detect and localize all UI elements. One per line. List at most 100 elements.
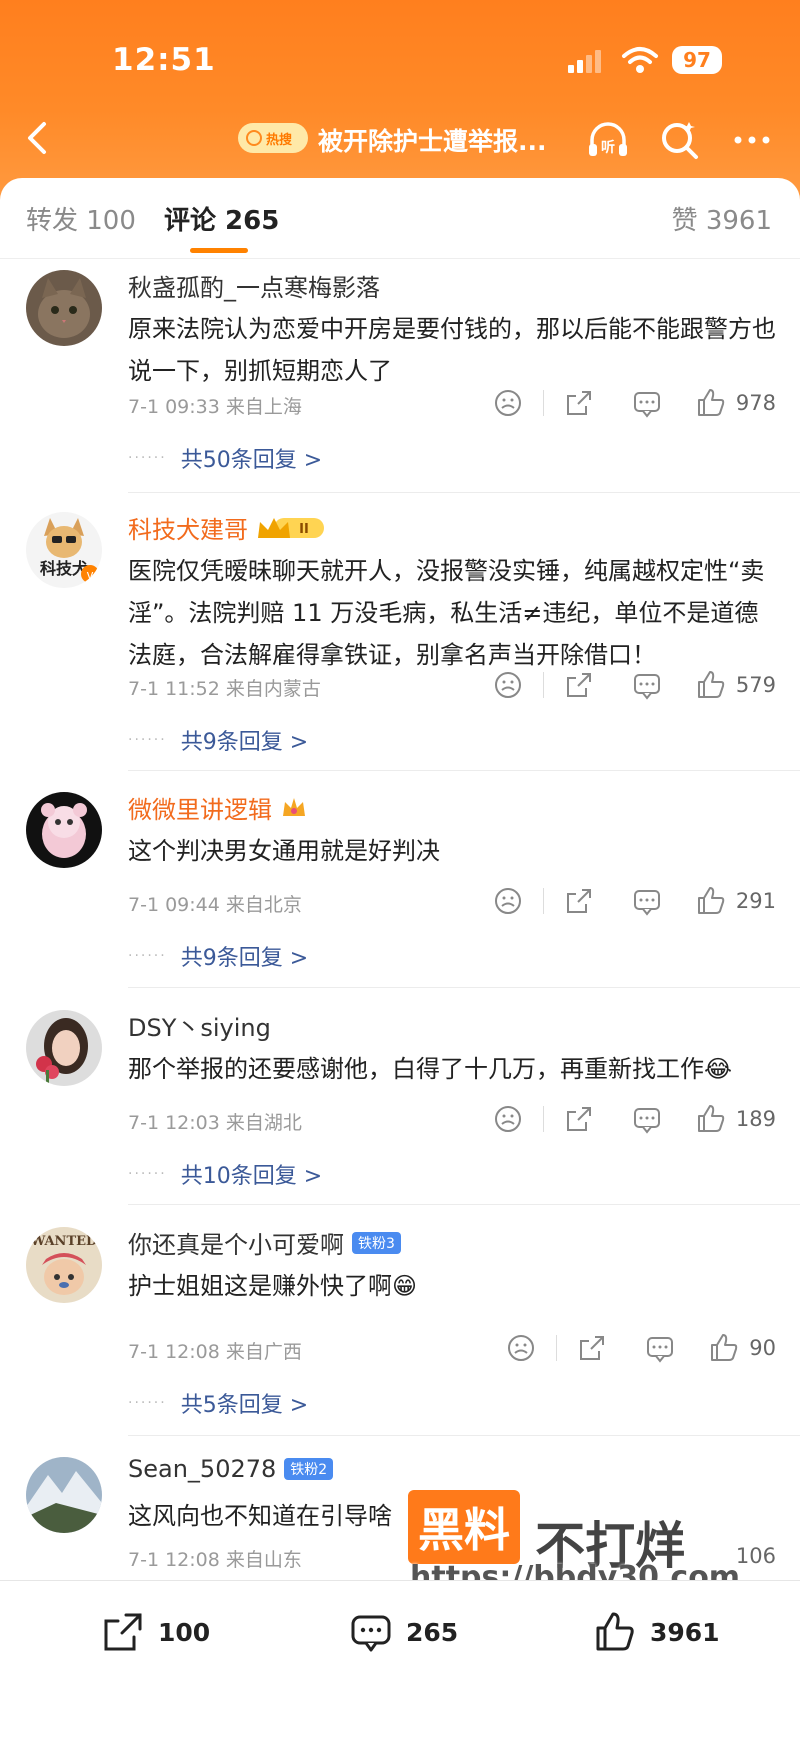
comment-time: 7-1 12:08 bbox=[128, 1341, 220, 1363]
comment-location: 来自内蒙古 bbox=[225, 678, 321, 700]
comment-divider bbox=[128, 987, 800, 988]
hot-search-tag[interactable]: 热搜 bbox=[238, 123, 308, 153]
comment-actions: 90 bbox=[504, 1331, 776, 1365]
username[interactable]: DSY丶siying bbox=[128, 1008, 271, 1043]
comment-time: 7-1 12:03 bbox=[128, 1112, 220, 1134]
view-replies-link[interactable]: ······ 共9条回复 > bbox=[128, 940, 308, 972]
replies-dots: ······ bbox=[128, 1395, 167, 1411]
replies-dots: ······ bbox=[128, 450, 167, 466]
comment-location: 来自北京 bbox=[225, 894, 302, 916]
share-icon[interactable] bbox=[575, 1331, 609, 1365]
avatar[interactable] bbox=[26, 792, 102, 868]
status-time: 12:51 bbox=[112, 42, 216, 78]
like-count: 579 bbox=[735, 673, 776, 697]
like-icon bbox=[697, 671, 725, 698]
view-replies-link[interactable]: ······ 共10条回复 > bbox=[128, 1158, 322, 1190]
reply-icon[interactable] bbox=[630, 1102, 664, 1136]
username[interactable]: Sean_50278 铁粉2 bbox=[128, 1455, 334, 1483]
comment-text: 这个判决男女通用就是好判决 bbox=[128, 837, 440, 865]
like-button[interactable]: 90 bbox=[707, 1331, 776, 1365]
svg-text:WANTED: WANTED bbox=[30, 1234, 98, 1249]
username-text: Sean_50278 bbox=[128, 1455, 277, 1483]
username-text: 微微里讲逻辑 bbox=[128, 796, 272, 824]
comment-meta: 7-1 12:08 来自广西 bbox=[128, 1337, 302, 1364]
emoji-icon[interactable] bbox=[504, 1331, 538, 1365]
divider bbox=[542, 390, 544, 416]
comment-divider bbox=[128, 1435, 800, 1436]
like-count: 291 bbox=[735, 889, 776, 913]
comment-count: 265 bbox=[406, 1617, 459, 1647]
avatar[interactable] bbox=[26, 1010, 102, 1086]
like-button[interactable]: 3961 bbox=[592, 1609, 720, 1655]
view-replies-link[interactable]: ······ 共5条回复 > bbox=[128, 1387, 308, 1419]
share-icon[interactable] bbox=[562, 386, 596, 420]
tab-likes[interactable]: 赞 3961 bbox=[672, 200, 772, 237]
view-replies-link[interactable]: ······ 共9条回复 > bbox=[128, 724, 308, 756]
username-text: DSY丶siying bbox=[128, 1014, 271, 1042]
repost-count: 100 bbox=[158, 1617, 211, 1647]
fan-badge: 铁粉2 bbox=[284, 1458, 334, 1480]
share-icon[interactable] bbox=[562, 1102, 596, 1136]
avatar[interactable]: 科技犬 v bbox=[26, 512, 102, 588]
like-button[interactable]: 579 bbox=[694, 668, 776, 702]
replies-label: 共9条回复 > bbox=[180, 946, 309, 971]
divider bbox=[542, 1106, 544, 1132]
listen-icon[interactable]: 听 bbox=[584, 116, 632, 164]
emoji-icon[interactable] bbox=[491, 386, 525, 420]
comment-time: 7-1 11:52 bbox=[128, 678, 220, 700]
view-replies-link[interactable]: ······ 共50条回复 > bbox=[128, 442, 322, 474]
comment-location: 来自上海 bbox=[225, 396, 302, 418]
status-bar: 12:51 97 bbox=[0, 36, 800, 86]
replies-label: 共10条回复 > bbox=[180, 1164, 323, 1189]
avatar[interactable] bbox=[26, 1457, 102, 1533]
comment-time: 7-1 12:08 bbox=[128, 1549, 220, 1571]
like-button[interactable]: 106 bbox=[736, 1544, 776, 1568]
search-icon[interactable] bbox=[656, 116, 704, 164]
comment-meta: 7-1 12:03 来自湖北 bbox=[128, 1108, 302, 1135]
replies-label: 共50条回复 > bbox=[180, 448, 323, 473]
repost-button[interactable]: 100 bbox=[100, 1609, 210, 1655]
like-count: 90 bbox=[749, 1336, 776, 1360]
comment-meta: 7-1 09:44 来自北京 bbox=[128, 890, 302, 917]
comment-text: 那个举报的还要感谢他，白得了十几万，再重新找工作😂 bbox=[128, 1055, 733, 1083]
hot-search-label: 热搜 bbox=[266, 132, 293, 148]
comment-divider bbox=[128, 770, 800, 771]
more-icon[interactable] bbox=[728, 116, 776, 164]
divider bbox=[542, 888, 544, 914]
comment-meta: 7-1 11:52 来自内蒙古 bbox=[128, 674, 321, 701]
share-icon[interactable] bbox=[562, 884, 596, 918]
comment-button[interactable]: 265 bbox=[348, 1609, 458, 1655]
replies-dots: ······ bbox=[128, 948, 167, 964]
watermark-brand: 黑料 bbox=[408, 1490, 520, 1564]
emoji-icon[interactable] bbox=[491, 884, 525, 918]
username-text: 你还真是个小可爱啊 bbox=[128, 1231, 344, 1259]
crown-badge-icon: II bbox=[258, 517, 324, 538]
share-icon[interactable] bbox=[562, 668, 596, 702]
back-icon[interactable] bbox=[18, 116, 58, 160]
username[interactable]: 秋盏孤酌_一点寒梅影落 bbox=[128, 268, 380, 303]
reply-icon[interactable] bbox=[643, 1331, 677, 1365]
emoji-icon[interactable] bbox=[491, 1102, 525, 1136]
reply-icon[interactable] bbox=[630, 884, 664, 918]
page-title[interactable]: 被开除护士遭举报... bbox=[318, 122, 547, 158]
signal-icon bbox=[568, 50, 601, 73]
comment-actions: 978 bbox=[491, 386, 776, 420]
like-button[interactable]: 978 bbox=[694, 386, 776, 420]
avatar[interactable] bbox=[26, 270, 102, 346]
comment-time: 7-1 09:33 bbox=[128, 396, 220, 418]
reply-icon[interactable] bbox=[630, 386, 664, 420]
replies-label: 共9条回复 > bbox=[180, 730, 309, 755]
avatar[interactable]: WANTED bbox=[26, 1227, 102, 1303]
username[interactable]: 微微里讲逻辑 bbox=[128, 790, 308, 825]
reply-icon[interactable] bbox=[630, 668, 664, 702]
tab-comments[interactable]: 评论 265 bbox=[164, 200, 279, 237]
svg-text:II: II bbox=[299, 522, 309, 537]
emoji-icon[interactable] bbox=[491, 668, 525, 702]
tab-repost[interactable]: 转发 100 bbox=[26, 200, 136, 237]
comment-icon bbox=[351, 1615, 391, 1652]
like-button[interactable]: 291 bbox=[694, 884, 776, 918]
like-button[interactable]: 189 bbox=[694, 1102, 776, 1136]
username[interactable]: 你还真是个小可爱啊 铁粉3 bbox=[128, 1225, 401, 1260]
username[interactable]: 科技犬建哥 II bbox=[128, 510, 326, 545]
tabs-divider bbox=[0, 258, 800, 259]
